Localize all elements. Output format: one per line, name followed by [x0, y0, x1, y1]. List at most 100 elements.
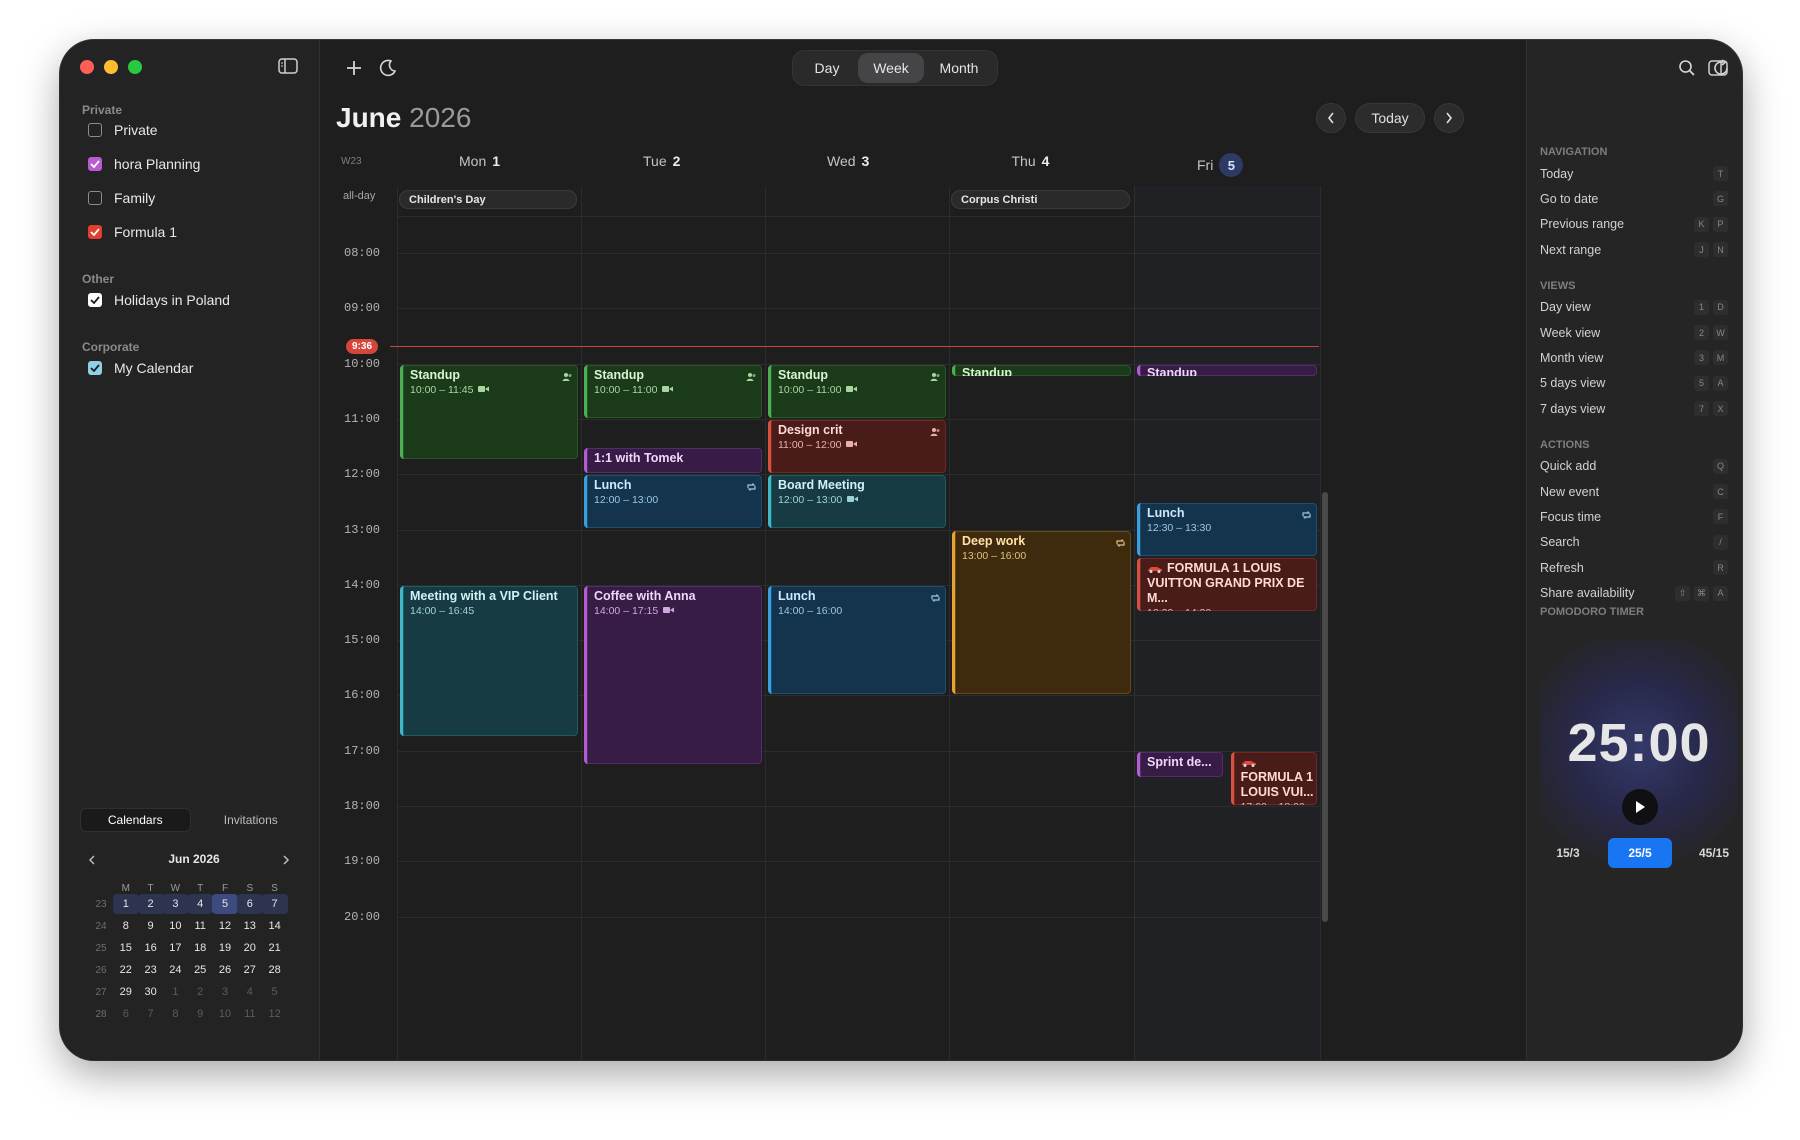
event-board-meeting[interactable]: Board Meeting 12:00 – 13:00: [768, 475, 946, 529]
day-header-fri[interactable]: Fri 5: [1197, 153, 1244, 177]
event-meeting-with-a-vip-client[interactable]: Meeting with a VIP Client 14:00 – 16:45: [400, 585, 578, 736]
view-month-button[interactable]: Month: [924, 53, 994, 83]
view-week-button[interactable]: Week: [858, 53, 924, 83]
checkbox[interactable]: [88, 225, 102, 239]
mini-cal-day[interactable]: 3: [212, 982, 238, 1002]
mini-cal-day[interactable]: 19: [212, 938, 238, 958]
shortcut-refresh[interactable]: Refresh R: [1540, 560, 1728, 576]
shortcut-go-to-date[interactable]: Go to date G: [1540, 191, 1728, 207]
mini-cal-day[interactable]: 21: [262, 938, 288, 958]
day-header-thu[interactable]: Thu 4: [1012, 153, 1050, 169]
mini-cal-day[interactable]: 14: [262, 916, 288, 936]
mini-cal-day[interactable]: 11: [187, 916, 213, 936]
checkbox[interactable]: [88, 361, 102, 375]
mini-cal-day[interactable]: 29: [113, 982, 139, 1002]
event-standup[interactable]: Standup: [1137, 364, 1317, 377]
event-deep-work[interactable]: Deep work 13:00 – 16:00: [952, 530, 1131, 695]
mini-cal-next-icon[interactable]: [276, 850, 296, 870]
event-standup[interactable]: Standup 10:00 – 11:00: [768, 364, 946, 418]
all-day-event[interactable]: Corpus Christi: [951, 190, 1130, 209]
mini-cal-day[interactable]: 13: [237, 916, 263, 936]
mini-cal-day[interactable]: 9: [138, 916, 164, 936]
event-formula-1-louis-vuitton-grand-prix-de-m[interactable]: FORMULA 1 LOUIS VUITTON GRAND PRIX DE M.…: [1137, 558, 1317, 612]
mini-cal-day[interactable]: 1: [162, 982, 188, 1002]
pomodoro-preset-15-3[interactable]: 15/3: [1536, 838, 1600, 868]
mini-cal-day[interactable]: 4: [237, 982, 263, 1002]
calendar-item-hora-planning[interactable]: hora Planning: [88, 156, 200, 172]
shortcut-previous-range[interactable]: Previous range K P: [1540, 216, 1728, 232]
calendar-item-formula-1[interactable]: Formula 1: [88, 224, 177, 240]
mini-cal-day[interactable]: 12: [212, 916, 238, 936]
calendar-item-my-calendar[interactable]: My Calendar: [88, 360, 193, 376]
shortcut-next-range[interactable]: Next range J N: [1540, 242, 1728, 258]
mini-cal-day[interactable]: 2: [137, 894, 164, 914]
event-formula-1-louis-vui[interactable]: FORMULA 1 LOUIS VUI... 17:00 – 18:00: [1230, 751, 1317, 805]
mini-cal-day[interactable]: 4: [187, 894, 214, 914]
mini-cal-day[interactable]: 7: [261, 894, 288, 914]
event-lunch[interactable]: Lunch 12:30 – 13:30: [1137, 502, 1317, 557]
checkbox[interactable]: [88, 123, 102, 137]
checkbox[interactable]: [88, 157, 102, 171]
search-icon[interactable]: [1675, 56, 1699, 80]
mini-cal-day[interactable]: 22: [113, 960, 139, 980]
mini-cal-day[interactable]: 23: [138, 960, 164, 980]
mini-cal-day[interactable]: 2: [187, 982, 213, 1002]
dark-mode-moon-icon[interactable]: [376, 56, 400, 80]
mini-cal-day[interactable]: 1: [112, 894, 139, 914]
mini-cal-day[interactable]: 26: [212, 960, 238, 980]
mini-cal-day[interactable]: 18: [187, 938, 213, 958]
shortcut-search[interactable]: Search /: [1540, 534, 1728, 550]
day-header-wed[interactable]: Wed 3: [827, 153, 869, 169]
mini-cal-day[interactable]: 7: [138, 1004, 164, 1024]
mini-cal-day[interactable]: 8: [113, 916, 139, 936]
mini-cal-day[interactable]: 5: [212, 894, 238, 914]
event-1-1-with-tomek[interactable]: 1:1 with Tomek: [584, 447, 762, 474]
mini-cal-day[interactable]: 27: [237, 960, 263, 980]
checkbox[interactable]: [88, 191, 102, 205]
shortcut-focus-time[interactable]: Focus time F: [1540, 509, 1728, 525]
prev-range-button[interactable]: [1316, 103, 1346, 133]
shortcut-today[interactable]: Today T: [1540, 166, 1728, 181]
add-event-icon[interactable]: [342, 56, 366, 80]
mini-cal-day[interactable]: 28: [262, 960, 288, 980]
pomodoro-preset-45-15[interactable]: 45/15: [1682, 838, 1742, 868]
today-button[interactable]: Today: [1355, 103, 1425, 133]
event-standup[interactable]: Standup: [952, 364, 1131, 377]
view-day-button[interactable]: Day: [796, 53, 858, 83]
toggle-sidebar-icon[interactable]: [276, 54, 300, 78]
event-lunch[interactable]: Lunch 12:00 – 13:00: [584, 475, 762, 529]
event-standup[interactable]: Standup 10:00 – 11:45: [400, 364, 578, 460]
minimize-window-button[interactable]: [104, 60, 118, 74]
mini-cal-day[interactable]: 20: [237, 938, 263, 958]
calendar-item-family[interactable]: Family: [88, 190, 155, 206]
mini-cal-day[interactable]: 3: [162, 894, 189, 914]
event-standup[interactable]: Standup 10:00 – 11:00: [584, 364, 762, 418]
event-lunch[interactable]: Lunch 14:00 – 16:00: [768, 585, 946, 695]
toggle-right-panel-icon[interactable]: [1706, 56, 1730, 80]
checkbox[interactable]: [88, 293, 102, 307]
tab-invitations[interactable]: Invitations: [197, 808, 306, 832]
next-range-button[interactable]: [1434, 103, 1464, 133]
shortcut-quick-add[interactable]: Quick add Q: [1540, 458, 1728, 474]
mini-cal-day[interactable]: 25: [187, 960, 213, 980]
mini-cal-day[interactable]: 17: [162, 938, 188, 958]
shortcut-7-days-view[interactable]: 7 days view 7 X: [1540, 401, 1728, 417]
scrollbar[interactable]: [1322, 492, 1328, 922]
mini-cal-day[interactable]: 9: [187, 1004, 213, 1024]
mini-cal-day[interactable]: 12: [262, 1004, 288, 1024]
shortcut-5-days-view[interactable]: 5 days view 5 A: [1540, 375, 1728, 391]
all-day-event[interactable]: Children's Day: [399, 190, 577, 209]
mini-cal-day[interactable]: 8: [162, 1004, 188, 1024]
shortcut-week-view[interactable]: Week view 2 W: [1540, 325, 1728, 340]
event-coffee-with-anna[interactable]: Coffee with Anna 14:00 – 17:15: [584, 585, 762, 764]
mini-cal-day[interactable]: 10: [162, 916, 188, 936]
event-sprint-de[interactable]: Sprint de...: [1137, 751, 1224, 778]
shortcut-month-view[interactable]: Month view 3 M: [1540, 350, 1728, 366]
mini-cal-day[interactable]: 16: [138, 938, 164, 958]
calendar-item-private[interactable]: Private: [88, 122, 158, 138]
pomodoro-preset-25-5[interactable]: 25/5: [1608, 838, 1672, 868]
calendar-item-holidays[interactable]: Holidays in Poland: [88, 292, 230, 308]
mini-cal-day[interactable]: 10: [212, 1004, 238, 1024]
close-window-button[interactable]: [80, 60, 94, 74]
day-header-mon[interactable]: Mon 1: [459, 153, 500, 169]
